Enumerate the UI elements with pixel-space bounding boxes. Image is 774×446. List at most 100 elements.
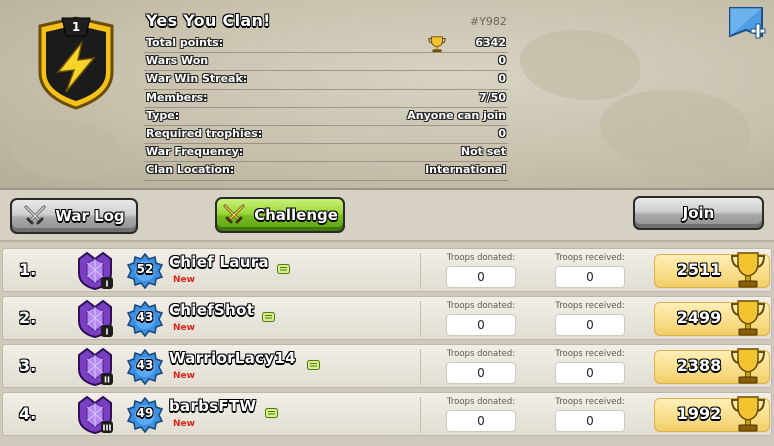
- member-row[interactable]: 4. III 49 barbsFTW New Troops donated: 0…: [2, 392, 772, 436]
- member-rank: 1.: [19, 260, 37, 279]
- troops-donated-label: Troops donated:: [446, 349, 516, 359]
- war-log-label: War Log: [55, 207, 125, 225]
- map-continent: [10, 120, 120, 180]
- crystal-league-icon: I: [78, 251, 113, 291]
- trophy-icon: [428, 36, 446, 53]
- player-name: Chief Laura: [169, 253, 269, 271]
- player-name: ChiefShot: [169, 301, 255, 319]
- clan-tag: #Y982: [470, 15, 507, 28]
- stat-label: Required trophies:: [146, 126, 263, 140]
- stat-row-war-frequency: War Frequency: Not set: [144, 144, 508, 163]
- crystal-league-icon: II: [78, 347, 113, 387]
- trophy-count: 2511: [676, 260, 722, 279]
- flag-plus-icon[interactable]: [728, 6, 766, 44]
- troops-donated-value: 0: [446, 314, 516, 336]
- challenge-button[interactable]: Challenge: [215, 197, 345, 233]
- trophy-icon: [730, 300, 766, 336]
- stat-label: Type:: [146, 108, 180, 122]
- trophy-icon: [730, 396, 766, 432]
- chat-bubble-icon[interactable]: [307, 360, 320, 372]
- stat-label: War Win Streak:: [146, 72, 248, 86]
- stat-value: 0: [498, 54, 506, 68]
- row-divider: [420, 253, 421, 289]
- member-role: New: [173, 419, 195, 429]
- lightning-shield-icon: 1: [38, 16, 114, 110]
- troops-donated-value: 0: [446, 266, 516, 288]
- league-tier: II: [104, 376, 110, 385]
- stat-label: Members:: [146, 90, 208, 104]
- trophy-icon: [730, 252, 766, 288]
- stat-row-members: Members: 7/50: [144, 90, 508, 108]
- member-role: New: [173, 371, 195, 381]
- stat-value: 6342: [475, 36, 506, 49]
- crystal-league-icon: III: [78, 395, 113, 435]
- member-rank: 3.: [19, 356, 37, 375]
- row-divider: [420, 397, 421, 433]
- war-log-button[interactable]: War Log: [10, 198, 138, 234]
- member-row[interactable]: 2. I 43 ChiefShot New Troops donated: 0 …: [2, 296, 772, 340]
- stat-value: Not set: [460, 145, 506, 159]
- clan-rank: 1: [72, 20, 80, 34]
- league-tier: III: [103, 424, 112, 433]
- stat-row-clan-location: Clan Location: International: [144, 162, 508, 181]
- stat-row-war-win-streak: War Win Streak: 0: [144, 71, 508, 90]
- troops-donated-label: Troops donated:: [446, 301, 516, 311]
- chat-bubble-icon[interactable]: [262, 312, 275, 324]
- stat-value: International: [425, 163, 506, 177]
- league-tier: I: [106, 280, 109, 289]
- stat-row-required-trophies: Required trophies: 0: [144, 126, 508, 145]
- member-rank: 2.: [19, 308, 37, 327]
- troops-received-value: 0: [555, 314, 625, 336]
- chat-bubble-icon[interactable]: [265, 408, 278, 420]
- xp-level: 52: [136, 262, 154, 276]
- troops-received-label: Troops received:: [555, 301, 625, 311]
- troops-donated-value: 0: [446, 362, 516, 384]
- troops-received-label: Troops received:: [555, 397, 625, 407]
- member-row[interactable]: 3. II 43 WarriorLacy14 New Troops donate…: [2, 344, 772, 388]
- trophy-count: 2499: [676, 308, 722, 327]
- player-name: WarriorLacy14: [169, 349, 296, 367]
- member-rank: 4.: [19, 404, 37, 423]
- troops-received-value: 0: [555, 410, 625, 432]
- troops-donated-label: Troops donated:: [446, 253, 516, 263]
- crossed-swords-icon: [223, 204, 245, 224]
- stat-value: Anyone can join: [407, 108, 506, 122]
- chat-bubble-icon[interactable]: [277, 264, 290, 276]
- xp-level: 49: [136, 406, 154, 420]
- clan-stats-table: Total points: 6342 Wars Won 0 War Win St…: [144, 35, 508, 181]
- stat-value: 0: [498, 72, 506, 86]
- troops-received-value: 0: [555, 266, 625, 288]
- troops-received-label: Troops received:: [555, 349, 625, 359]
- xp-level: 43: [136, 310, 154, 324]
- troops-received-label: Troops received:: [555, 253, 625, 263]
- league-tier: I: [106, 328, 109, 337]
- clan-action-bar: War Log Challenge Join: [0, 190, 774, 242]
- troops-donated-label: Troops donated:: [446, 397, 516, 407]
- row-divider: [420, 301, 421, 337]
- member-role: New: [173, 275, 195, 285]
- stat-row-type: Type: Anyone can join: [144, 108, 508, 126]
- map-continent: [600, 90, 750, 170]
- challenge-label: Challenge: [254, 206, 338, 224]
- stat-label: Wars Won: [146, 54, 209, 68]
- clan-info-panel: 1 Yes You Clan! #Y982 Total points: 6342…: [0, 0, 774, 190]
- stat-row-total-points: Total points: 6342: [144, 35, 508, 54]
- troops-received-value: 0: [555, 362, 625, 384]
- join-label: Join: [682, 204, 715, 222]
- trophy-count: 2388: [676, 356, 722, 375]
- crystal-league-icon: I: [78, 299, 113, 339]
- trophy-icon: [730, 348, 766, 384]
- stat-label: Total points:: [146, 36, 224, 49]
- stat-value: 0: [498, 126, 506, 140]
- player-name: barbsFTW: [169, 397, 257, 415]
- member-row[interactable]: 1. I 52 Chief Laura New Troops donated: …: [2, 248, 772, 292]
- member-role: New: [173, 323, 195, 333]
- join-button[interactable]: Join: [633, 196, 764, 230]
- map-continent: [520, 30, 640, 100]
- row-divider: [420, 349, 421, 385]
- stat-value: 7/50: [479, 90, 506, 104]
- stat-label: Clan Location:: [146, 163, 235, 177]
- stat-row-wars-won: Wars Won 0: [144, 53, 508, 72]
- troops-donated-value: 0: [446, 410, 516, 432]
- xp-level: 43: [136, 358, 154, 372]
